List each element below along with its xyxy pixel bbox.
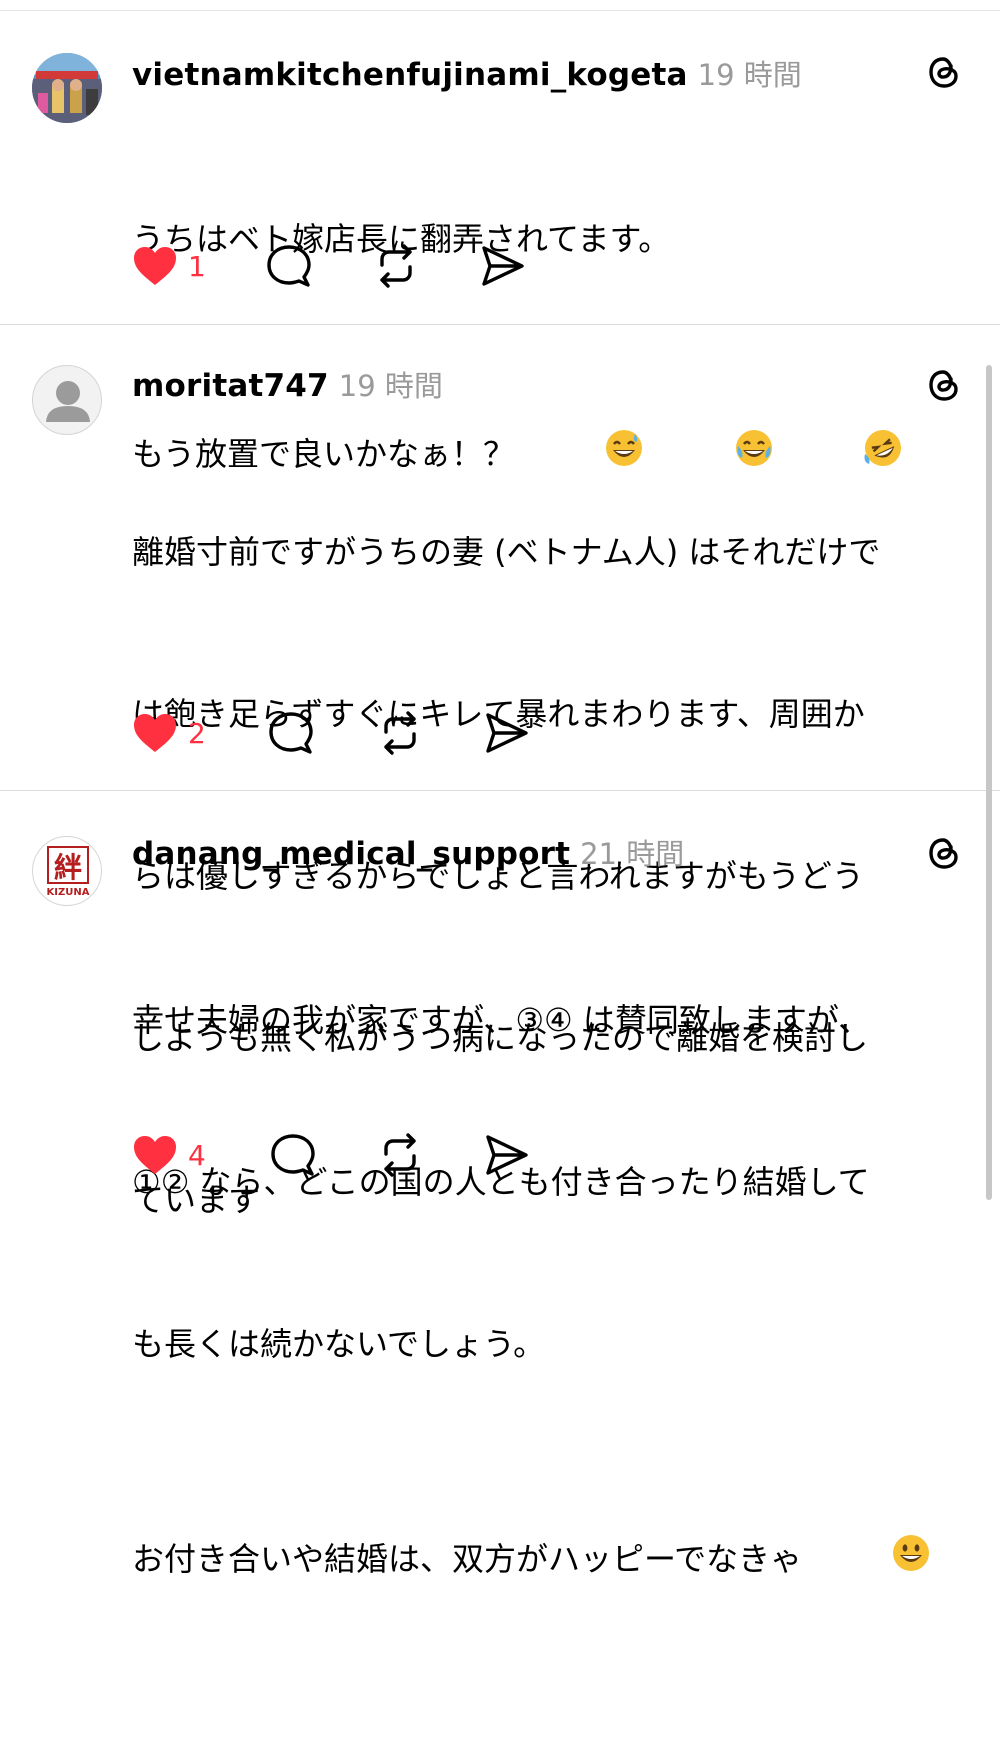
reply-button[interactable]	[266, 241, 312, 291]
repost-icon	[384, 711, 416, 755]
comment-icon	[269, 712, 313, 754]
threads-icon[interactable]	[922, 50, 966, 94]
post-1: vietnamkitchenfujinami_kogeta 19 時間 うちはベ…	[0, 0, 1000, 473]
threads-icon[interactable]	[922, 363, 966, 407]
repost-button[interactable]	[376, 1130, 424, 1180]
post-line: も長くは続かないでしょう。	[132, 1325, 546, 1363]
default-avatar-icon	[46, 381, 90, 422]
repost-icon	[380, 244, 412, 288]
post-time: 21 時間	[580, 837, 685, 871]
threads-icon[interactable]	[922, 831, 966, 875]
heart-icon	[134, 247, 176, 285]
avatar[interactable]: 絆 KIZUNA	[32, 836, 102, 906]
repost-icon	[384, 1133, 416, 1177]
post-actions: 2	[132, 708, 552, 758]
username[interactable]: danang_medical_support	[132, 836, 570, 872]
share-button[interactable]	[478, 241, 526, 291]
share-button[interactable]	[482, 1130, 530, 1180]
username[interactable]: vietnamkitchenfujinami_kogeta	[132, 57, 688, 93]
svg-text:KIZUNA: KIZUNA	[47, 887, 90, 898]
share-button[interactable]	[482, 708, 530, 758]
comment-icon	[271, 1134, 315, 1176]
post-line: 幸せ夫婦の我が家ですが、③④ は賛同致しますが、	[132, 1001, 871, 1039]
like-button[interactable]: 1	[132, 241, 206, 291]
post-line: 離婚寸前ですがうちの妻 (ベトナム人) はそれだけで	[132, 533, 881, 571]
kizuna-logo: 絆 KIZUNA	[47, 846, 90, 898]
post-header: moritat747 19 時間	[132, 363, 443, 405]
post-header: danang_medical_support 21 時間	[132, 831, 684, 873]
post-line: お付き合いや結婚は、双方がハッピーでなきゃ	[132, 1479, 972, 1643]
post-actions: 4	[132, 1130, 552, 1180]
heart-icon	[134, 714, 176, 752]
heart-icon	[134, 1136, 176, 1174]
like-button[interactable]: 2	[132, 708, 206, 758]
reply-button[interactable]	[268, 708, 314, 758]
username[interactable]: moritat747	[132, 368, 329, 404]
svg-text:絆: 絆	[54, 851, 82, 884]
like-count: 2	[188, 716, 206, 750]
scrollbar[interactable]	[986, 365, 992, 1200]
send-icon	[482, 246, 524, 286]
post-3: 絆 KIZUNA danang_medical_support 21 時間 幸せ…	[0, 791, 1000, 1578]
repost-button[interactable]	[376, 708, 424, 758]
reply-button[interactable]	[270, 1130, 316, 1180]
avatar[interactable]	[32, 365, 102, 435]
post-body: 幸せ夫婦の我が家ですが、③④ は賛同致しますが、 ①② なら、どこの国の人とも付…	[132, 885, 972, 1751]
post-time: 19 時間	[697, 58, 802, 92]
post-actions: 1	[132, 241, 552, 291]
post-time: 19 時間	[338, 369, 443, 403]
like-count: 4	[188, 1138, 206, 1172]
send-icon	[486, 1135, 528, 1175]
post-line-text: お付き合いや結婚は、双方がハッピーでなきゃ	[132, 1540, 803, 1578]
like-count: 1	[188, 249, 206, 283]
avatar[interactable]	[32, 53, 102, 123]
comment-icon	[267, 245, 311, 287]
grinning-emoji	[810, 1479, 931, 1643]
repost-button[interactable]	[372, 241, 420, 291]
post-header: vietnamkitchenfujinami_kogeta 19 時間	[132, 52, 802, 94]
send-icon	[486, 713, 528, 753]
post-2: moritat747 19 時間 離婚寸前ですがうちの妻 (ベトナム人) はそれ…	[0, 325, 1000, 1219]
like-button[interactable]: 4	[132, 1130, 206, 1180]
